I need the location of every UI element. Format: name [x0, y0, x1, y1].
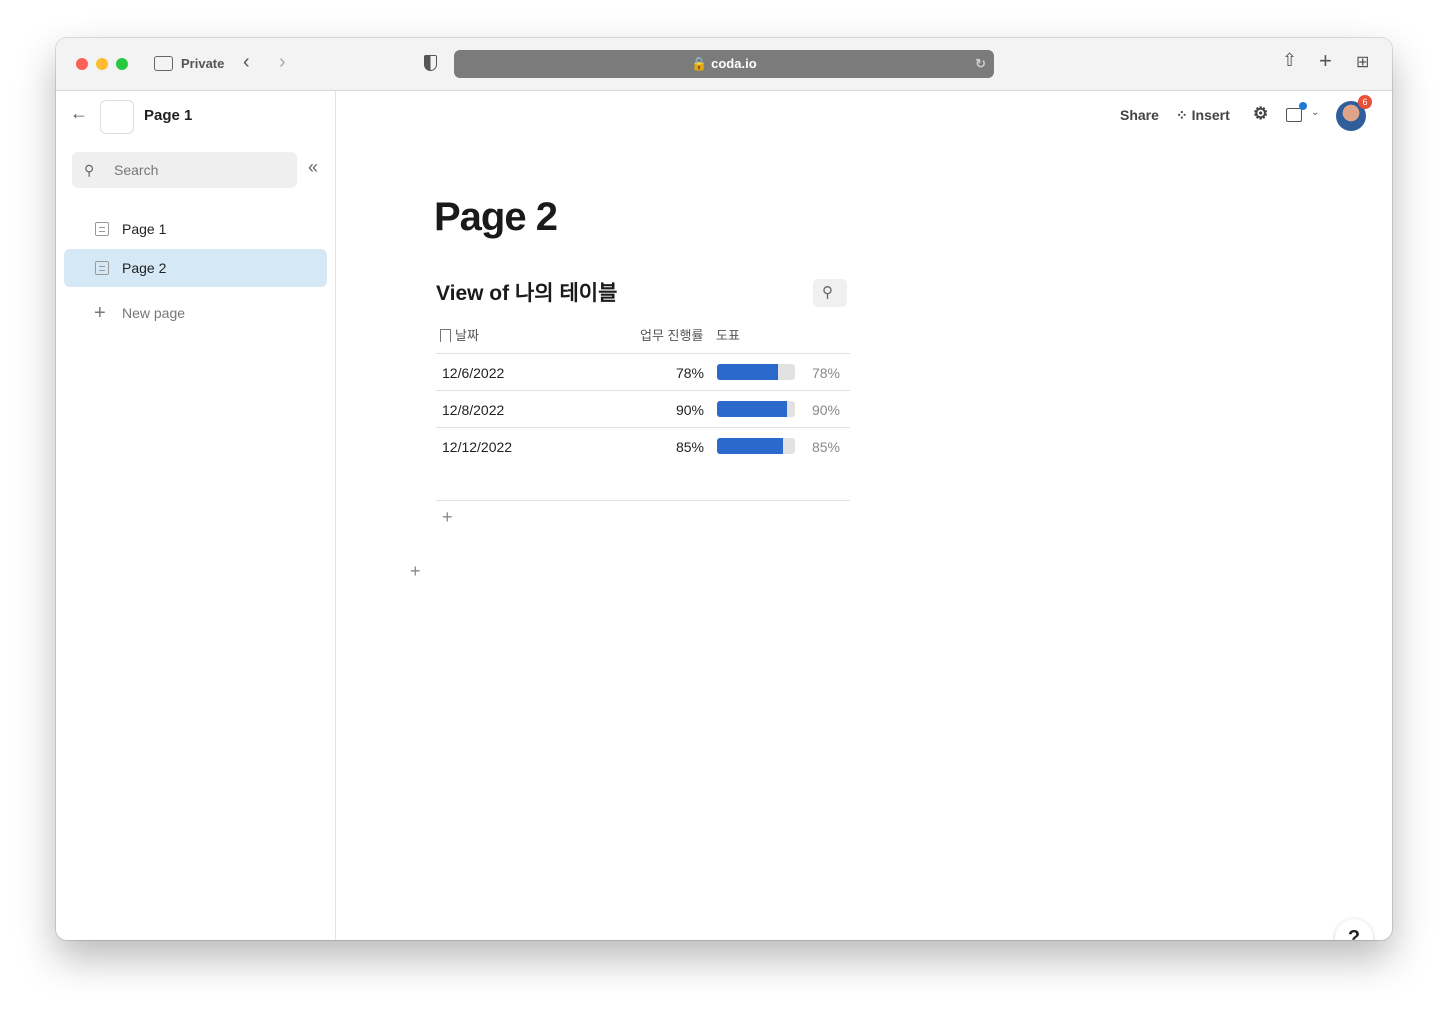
- add-block-button[interactable]: +: [410, 561, 421, 582]
- search-input[interactable]: ⚲ Search: [72, 152, 297, 188]
- share-icon[interactable]: ⇧: [1282, 50, 1297, 71]
- back-button[interactable]: ‹: [243, 51, 250, 74]
- insert-icon: ⁘: [1176, 107, 1192, 123]
- progress-bar-fill: [717, 364, 778, 380]
- notification-dot: [1299, 102, 1307, 110]
- sidebar-item-label: Page 1: [122, 221, 167, 237]
- comments-icon[interactable]: [1286, 102, 1307, 122]
- progress-bar: [717, 401, 795, 417]
- minimize-button[interactable]: [96, 58, 108, 70]
- plus-icon: +: [94, 302, 106, 324]
- new-tab-icon[interactable]: +: [1319, 48, 1332, 74]
- column-header-chart[interactable]: 도표: [716, 325, 740, 344]
- column-header-label: 날짜: [455, 328, 479, 343]
- insert-label: Insert: [1191, 107, 1230, 123]
- chart-value-label: 78%: [811, 365, 840, 381]
- chart-value-label: 85%: [811, 439, 840, 455]
- doc-icon[interactable]: [100, 100, 134, 134]
- doc-title[interactable]: Page 1: [144, 107, 192, 124]
- progress-bar: [717, 438, 795, 454]
- sidebar-toggle-icon[interactable]: [154, 56, 173, 71]
- share-button[interactable]: Share: [1120, 107, 1159, 123]
- progress-bar-fill: [717, 438, 784, 454]
- maximize-button[interactable]: [116, 58, 128, 70]
- progress-cell[interactable]: 85%: [676, 439, 704, 455]
- help-button[interactable]: ?: [1335, 919, 1373, 940]
- private-label: Private: [181, 56, 225, 71]
- close-button[interactable]: [76, 58, 88, 70]
- main-content: Share ⁘ Insert ⚙ ⌄ 6 Page 2 View of 나의 테…: [336, 91, 1392, 940]
- table-row[interactable]: 12/8/2022 90% 90%: [436, 390, 850, 427]
- bookmark-icon: [440, 329, 451, 342]
- column-header-date[interactable]: 날짜: [440, 325, 479, 344]
- avatar[interactable]: 6: [1336, 95, 1372, 131]
- table-row[interactable]: 12/12/2022 85% 85%: [436, 427, 850, 464]
- page-icon: [95, 261, 109, 275]
- chevron-down-icon[interactable]: ⌄: [1311, 107, 1319, 118]
- reload-icon[interactable]: ↻: [975, 50, 986, 78]
- date-cell[interactable]: 12/8/2022: [442, 402, 504, 418]
- sidebar-item-page-1[interactable]: Page 1: [64, 210, 327, 248]
- table-title[interactable]: View of 나의 테이블: [436, 277, 617, 307]
- sidebar-item-page-2[interactable]: Page 2: [64, 249, 327, 287]
- progress-bar-fill: [717, 401, 788, 417]
- back-arrow-icon[interactable]: ←: [70, 103, 88, 124]
- search-placeholder: Search: [114, 162, 159, 178]
- search-icon: ⚲: [822, 284, 833, 301]
- table-bottom-border: [436, 500, 850, 501]
- tab-overview-icon[interactable]: ⊞: [1356, 55, 1369, 71]
- sidebar: ← Page 1 ⚲ Search « Page 1 Page 2 + New pa…: [56, 91, 336, 940]
- date-cell[interactable]: 12/12/2022: [442, 439, 512, 455]
- new-page-label: New page: [122, 305, 186, 321]
- insert-button[interactable]: ⁘ Insert: [1176, 107, 1230, 124]
- sidebar-item-label: Page 2: [122, 260, 167, 276]
- shield-icon[interactable]: [424, 55, 437, 71]
- url-text: coda.io: [711, 56, 757, 71]
- collapse-sidebar-icon[interactable]: «: [308, 157, 318, 178]
- progress-bar: [717, 364, 795, 380]
- search-icon: ⚲: [84, 162, 95, 178]
- add-row-button[interactable]: +: [442, 507, 453, 528]
- page-icon: [95, 222, 109, 236]
- table-search-button[interactable]: ⚲: [813, 279, 847, 307]
- progress-cell[interactable]: 78%: [676, 365, 704, 381]
- column-header-progress[interactable]: 업무 진행률: [640, 325, 703, 344]
- forward-button[interactable]: ›: [279, 51, 286, 74]
- title-bar: Private ‹ › 🔒 coda.io ↻ ⇧ + ⊞: [56, 38, 1392, 91]
- progress-cell[interactable]: 90%: [676, 402, 704, 418]
- settings-gear-icon[interactable]: ⚙: [1253, 104, 1268, 124]
- date-cell[interactable]: 12/6/2022: [442, 365, 504, 381]
- page-title[interactable]: Page 2: [434, 195, 558, 240]
- table-row[interactable]: 12/6/2022 78% 78%: [436, 353, 850, 390]
- address-bar[interactable]: 🔒 coda.io ↻: [454, 50, 994, 78]
- new-page-button[interactable]: + New page: [64, 294, 327, 332]
- chart-value-label: 90%: [811, 402, 840, 418]
- notification-badge: 6: [1358, 95, 1372, 109]
- browser-window: Private ‹ › 🔒 coda.io ↻ ⇧ + ⊞ ← Page 1 ⚲ S…: [56, 38, 1392, 940]
